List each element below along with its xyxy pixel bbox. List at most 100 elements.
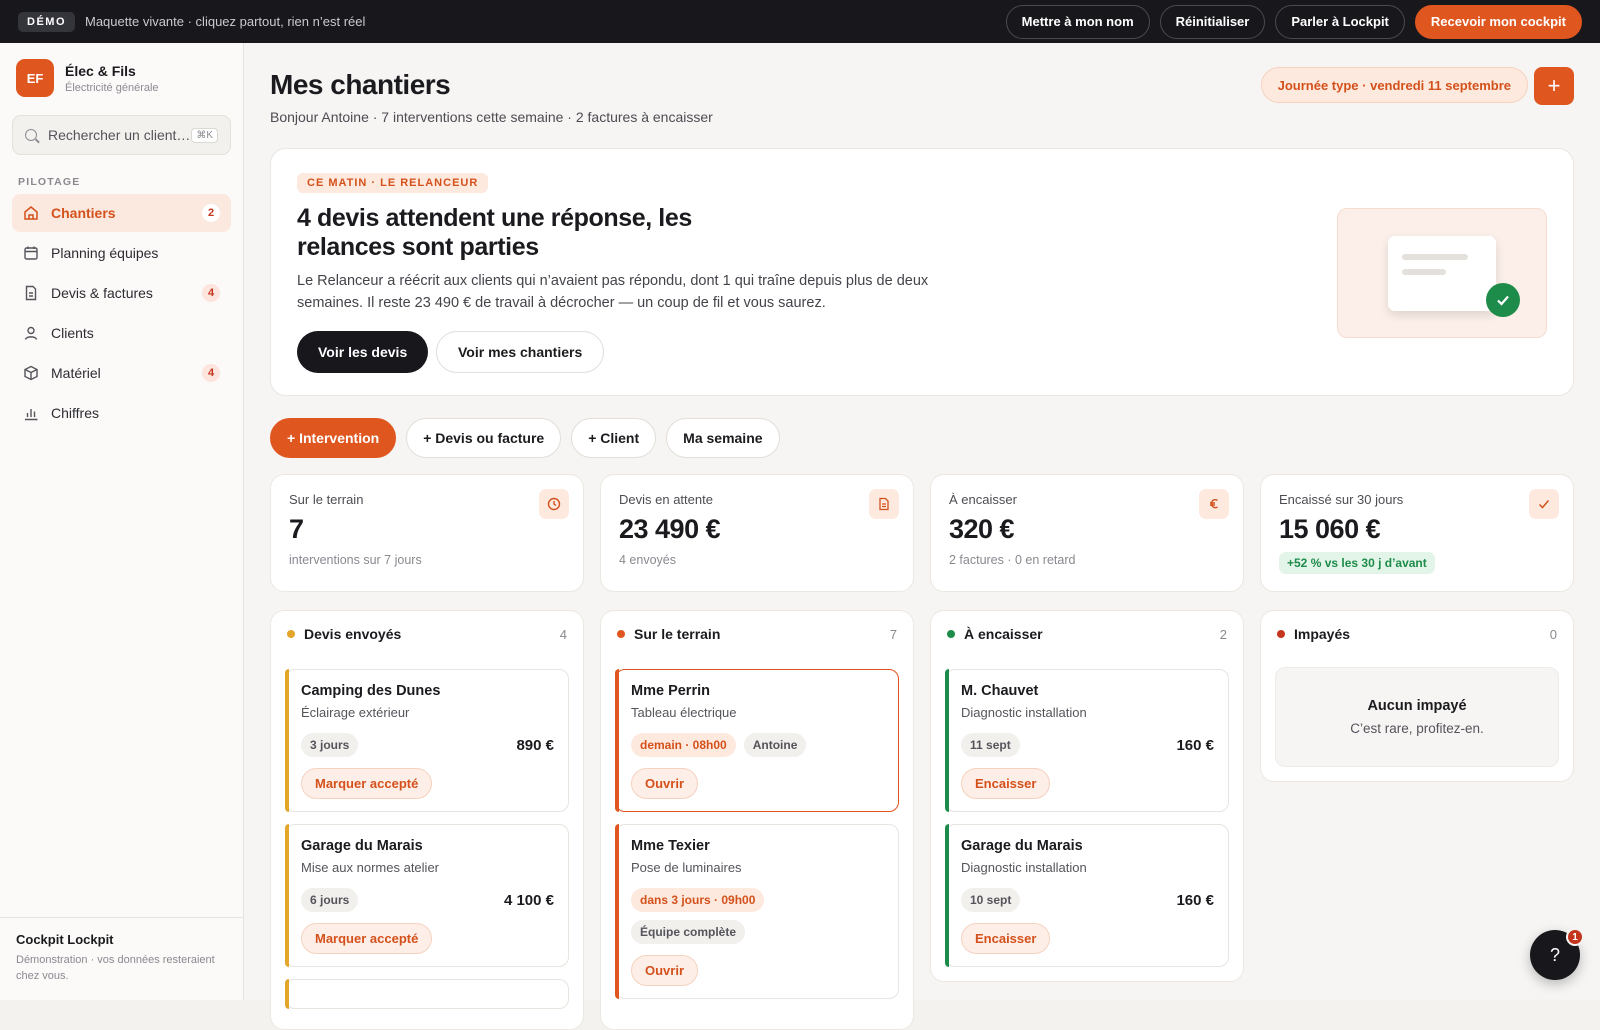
collect-button[interactable]: Encaisser <box>961 768 1051 799</box>
document-icon <box>869 489 899 519</box>
reset-button[interactable]: Réinitialiser <box>1159 4 1266 39</box>
stat-card-encaisser[interactable]: À encaisser 320 € 2 factures · 0 en reta… <box>930 474 1244 592</box>
quick-actions: + Intervention + Devis ou facture + Clie… <box>270 418 780 458</box>
stat-delta-badge: +52 % vs les 30 j d’avant <box>1279 552 1435 574</box>
stat-label: Encaissé sur 30 jours <box>1279 492 1404 507</box>
kanban-board: Devis envoyés 4 Camping des Dunes Éclair… <box>270 610 1574 1030</box>
sidebar-item-label: Devis & factures <box>51 285 153 301</box>
column-count: 4 <box>559 626 567 642</box>
intervention-card[interactable]: Mme Texier Pose de luminaires dans 3 jou… <box>615 824 899 999</box>
stat-label: À encaisser <box>949 492 1017 507</box>
contact-button[interactable]: Parler à Lockpit <box>1275 4 1405 39</box>
footer-text: Démonstration · vos données resteraient … <box>16 954 215 982</box>
quote-card[interactable] <box>285 979 569 1009</box>
hero-tag: CE MATIN · LE RELANCEUR <box>297 173 489 193</box>
quote-card[interactable]: Garage du Marais Mise aux normes atelier… <box>285 824 569 967</box>
stat-card-encaisse-30j[interactable]: Encaissé sur 30 jours 15 060 € +52 % vs … <box>1260 474 1574 592</box>
sidebar-item-count: 4 <box>202 364 220 382</box>
bar-chart-icon <box>23 405 39 421</box>
intervention-card[interactable]: Mme Perrin Tableau électrique demain · 0… <box>615 669 899 812</box>
sidebar-item-chiffres[interactable]: Chiffres <box>12 394 231 432</box>
stats-row: Sur le terrain 7 interventions sur 7 jou… <box>270 474 1574 592</box>
add-button[interactable]: + <box>1534 67 1574 105</box>
stat-card-devis[interactable]: Devis en attente 23 490 € 4 envoyés <box>600 474 914 592</box>
company-logo: EF <box>16 59 54 97</box>
card-title: M. Chauvet <box>961 683 1039 699</box>
sidebar-item-label: Matériel <box>51 365 101 381</box>
empty-title: Aucun impayé <box>1367 698 1467 714</box>
mark-accepted-button[interactable]: Marquer accepté <box>301 923 433 954</box>
sidebar-item-label: Clients <box>51 325 94 341</box>
sidebar-item-devis-factures[interactable]: Devis & factures 4 <box>12 274 231 312</box>
user-icon <box>23 325 39 341</box>
add-intervention-button[interactable]: + Intervention <box>270 418 397 458</box>
calendar-icon <box>23 245 39 261</box>
help-icon: ? <box>1549 944 1560 965</box>
search-shortcut: ⌘K <box>191 127 218 143</box>
company-subtitle: Électricité générale <box>65 81 159 94</box>
stat-value: 23 490 € <box>619 514 721 544</box>
brand[interactable]: EF Élec & Fils Électricité générale <box>0 43 243 97</box>
clock-icon <box>539 489 569 519</box>
column-devis-envoyes: Devis envoyés 4 Camping des Dunes Éclair… <box>270 610 584 1030</box>
view-quotes-button[interactable]: Voir les devis <box>297 331 429 373</box>
section-label-pilotage: PILOTAGE <box>18 176 81 188</box>
empty-text: C’est rare, profitez-en. <box>1350 721 1484 736</box>
invoice-card[interactable]: M. Chauvet Diagnostic installation 11 se… <box>945 669 1229 812</box>
mark-accepted-button[interactable]: Marquer accepté <box>301 768 433 799</box>
column-impayes: Impayés 0 Aucun impayé C’est rare, profi… <box>1260 610 1574 782</box>
card-amount: 160 € <box>1176 891 1214 909</box>
sidebar-item-count: 4 <box>202 284 220 302</box>
column-a-encaisser: À encaisser 2 M. Chauvet Diagnostic inst… <box>930 610 1244 982</box>
card-subtitle: Mise aux normes atelier <box>301 860 439 875</box>
get-cockpit-button[interactable]: Recevoir mon cockpit <box>1414 4 1582 39</box>
collect-button[interactable]: Encaisser <box>961 923 1051 954</box>
date-pill[interactable]: Journée type · vendredi 11 septembre <box>1260 67 1528 103</box>
sidebar-item-label: Chiffres <box>51 405 99 421</box>
my-week-button[interactable]: Ma semaine <box>666 418 780 458</box>
status-dot <box>947 630 955 638</box>
stat-value: 7 <box>289 514 304 544</box>
schedule-chip: dans 3 jours · 09h00 <box>631 888 765 912</box>
demo-badge: DÉMO <box>18 11 75 32</box>
notification-badge: 1 <box>1566 928 1584 946</box>
relanceur-card: CE MATIN · LE RELANCEUR 4 devis attenden… <box>270 148 1574 396</box>
open-button[interactable]: Ouvrir <box>631 955 699 986</box>
document-icon <box>23 285 39 301</box>
search-icon <box>25 129 37 141</box>
sidebar-item-chantiers[interactable]: Chantiers 2 <box>12 194 231 232</box>
sidebar-item-planning[interactable]: Planning équipes <box>12 234 231 272</box>
stat-sub: 4 envoyés <box>619 553 676 567</box>
add-client-button[interactable]: + Client <box>571 418 657 458</box>
sidebar: EF Élec & Fils Électricité générale Rech… <box>0 43 244 1000</box>
add-quote-invoice-button[interactable]: + Devis ou facture <box>406 418 562 458</box>
quote-card[interactable]: Camping des Dunes Éclairage extérieur 3 … <box>285 669 569 812</box>
sidebar-item-count: 2 <box>202 204 220 222</box>
date-chip: 11 sept <box>961 733 1020 757</box>
column-count: 7 <box>889 626 897 642</box>
invoice-card[interactable]: Garage du Marais Diagnostic installation… <box>945 824 1229 967</box>
card-title: Garage du Marais <box>961 838 1083 854</box>
stat-sub: 2 factures · 0 en retard <box>949 553 1076 567</box>
banner-actions: Mettre à mon nom Réinitialiser Parler à … <box>1005 4 1582 39</box>
column-title: Devis envoyés <box>304 626 402 642</box>
stat-sub: interventions sur 7 jours <box>289 553 422 567</box>
demo-message: Maquette vivante · cliquez partout, rien… <box>85 14 366 29</box>
check-icon <box>1529 489 1559 519</box>
card-amount: 160 € <box>1176 736 1214 754</box>
sidebar-item-clients[interactable]: Clients <box>12 314 231 352</box>
assignee-chip: Antoine <box>743 733 807 757</box>
stat-card-terrain[interactable]: Sur le terrain 7 interventions sur 7 jou… <box>270 474 584 592</box>
column-title: À encaisser <box>964 626 1043 642</box>
page-title: Mes chantiers <box>270 69 451 100</box>
sidebar-item-materiel[interactable]: Matériel 4 <box>12 354 231 392</box>
hero-illustration <box>1337 208 1547 338</box>
date-chip: 10 sept <box>961 888 1021 912</box>
help-button[interactable]: ? 1 <box>1530 928 1584 980</box>
hero-text: Le Relanceur a réécrit aux clients qui n… <box>297 273 929 311</box>
open-button[interactable]: Ouvrir <box>631 768 699 799</box>
card-title: Mme Perrin <box>631 683 710 699</box>
search-input[interactable]: Rechercher un client… ⌘K <box>12 115 231 155</box>
view-sites-button[interactable]: Voir mes chantiers <box>436 331 605 373</box>
rename-button[interactable]: Mettre à mon nom <box>1005 4 1150 39</box>
